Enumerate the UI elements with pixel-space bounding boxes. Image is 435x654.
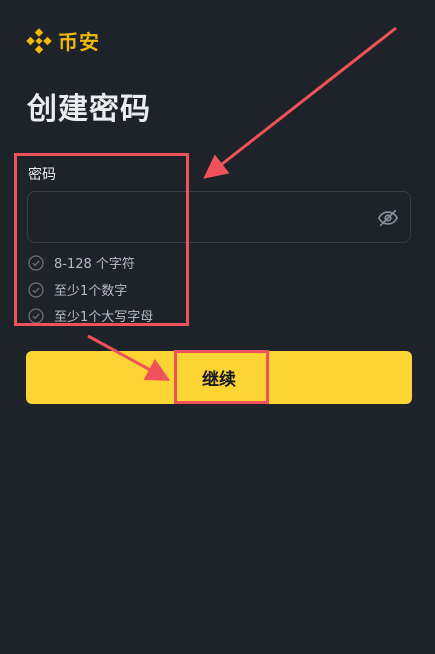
requirement-text: 至少1个数字 — [54, 284, 128, 299]
password-label: 密码 — [28, 167, 56, 183]
page-title: 创建密码 — [27, 92, 151, 127]
password-field[interactable] — [27, 191, 411, 244]
continue-button[interactable]: 继续 — [26, 351, 412, 404]
requirement-text: 8-128 个字符 — [54, 257, 135, 272]
eye-off-icon[interactable] — [377, 207, 399, 229]
requirement-uppercase: 至少1个大写字母 — [28, 306, 153, 325]
binance-diamond-icon — [26, 27, 52, 54]
annotation-arrow-to-field — [203, 26, 397, 179]
requirement-number: 至少1个数字 — [28, 280, 127, 299]
requirement-length: 8-128 个字符 — [28, 253, 135, 272]
requirement-text: 至少1个大写字母 — [54, 310, 154, 325]
check-circle-icon — [28, 254, 44, 271]
continue-label: 继续 — [202, 370, 236, 390]
check-circle-icon — [28, 307, 44, 324]
brand-logo: 币安 — [26, 26, 100, 55]
password-input[interactable] — [40, 192, 374, 244]
brand-name: 币安 — [58, 30, 100, 54]
check-circle-icon — [28, 281, 44, 298]
